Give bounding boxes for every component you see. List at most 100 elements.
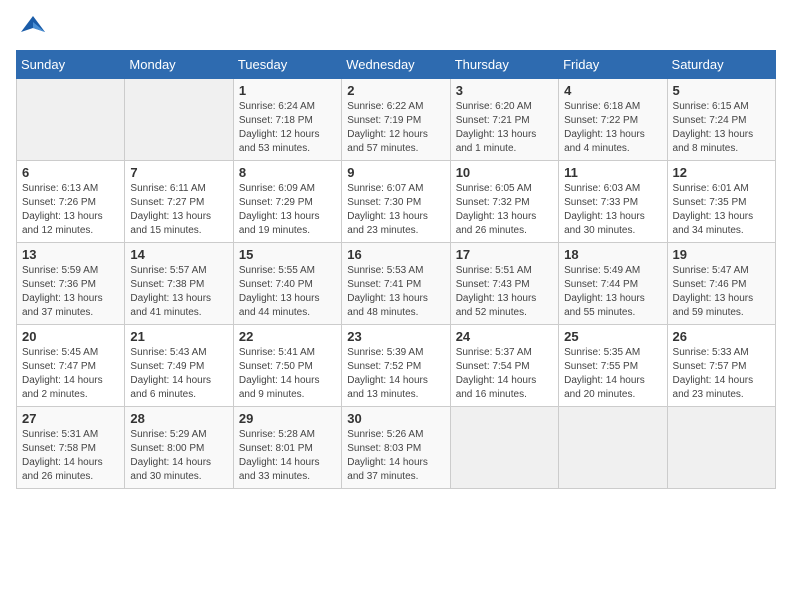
- daylight: Daylight: 14 hours and 16 minutes.: [456, 375, 537, 400]
- day-info: Sunrise: 6:07 AM Sunset: 7:30 PM Dayligh…: [347, 182, 444, 238]
- header-day-friday: Friday: [559, 51, 667, 79]
- day-info: Sunrise: 5:35 AM Sunset: 7:55 PM Dayligh…: [564, 346, 661, 402]
- header-day-thursday: Thursday: [450, 51, 558, 79]
- sunrise: Sunrise: 5:41 AM: [239, 347, 315, 358]
- sunrise: Sunrise: 5:39 AM: [347, 347, 423, 358]
- sunrise: Sunrise: 5:59 AM: [22, 265, 98, 276]
- calendar-cell: 27 Sunrise: 5:31 AM Sunset: 7:58 PM Dayl…: [17, 407, 125, 489]
- calendar-cell: 25 Sunrise: 5:35 AM Sunset: 7:55 PM Dayl…: [559, 325, 667, 407]
- sunset: Sunset: 7:54 PM: [456, 361, 530, 372]
- sunrise: Sunrise: 6:15 AM: [673, 101, 749, 112]
- sunset: Sunset: 7:29 PM: [239, 197, 313, 208]
- daylight: Daylight: 13 hours and 55 minutes.: [564, 293, 645, 318]
- day-info: Sunrise: 6:11 AM Sunset: 7:27 PM Dayligh…: [130, 182, 227, 238]
- daylight: Daylight: 14 hours and 30 minutes.: [130, 457, 211, 482]
- sunrise: Sunrise: 5:29 AM: [130, 429, 206, 440]
- sunrise: Sunrise: 5:45 AM: [22, 347, 98, 358]
- calendar-cell: 29 Sunrise: 5:28 AM Sunset: 8:01 PM Dayl…: [233, 407, 341, 489]
- daylight: Daylight: 13 hours and 26 minutes.: [456, 211, 537, 236]
- calendar-cell: [17, 79, 125, 161]
- day-info: Sunrise: 6:24 AM Sunset: 7:18 PM Dayligh…: [239, 100, 336, 156]
- day-number: 2: [347, 83, 444, 98]
- calendar-cell: 24 Sunrise: 5:37 AM Sunset: 7:54 PM Dayl…: [450, 325, 558, 407]
- sunrise: Sunrise: 6:01 AM: [673, 183, 749, 194]
- sunrise: Sunrise: 6:24 AM: [239, 101, 315, 112]
- calendar-week-row: 13 Sunrise: 5:59 AM Sunset: 7:36 PM Dayl…: [17, 243, 776, 325]
- day-number: 1: [239, 83, 336, 98]
- header-day-tuesday: Tuesday: [233, 51, 341, 79]
- day-number: 26: [673, 329, 770, 344]
- sunset: Sunset: 8:00 PM: [130, 443, 204, 454]
- sunset: Sunset: 7:41 PM: [347, 279, 421, 290]
- sunrise: Sunrise: 5:47 AM: [673, 265, 749, 276]
- day-number: 7: [130, 165, 227, 180]
- day-info: Sunrise: 5:37 AM Sunset: 7:54 PM Dayligh…: [456, 346, 553, 402]
- calendar-cell: 11 Sunrise: 6:03 AM Sunset: 7:33 PM Dayl…: [559, 161, 667, 243]
- header-day-sunday: Sunday: [17, 51, 125, 79]
- sunset: Sunset: 7:49 PM: [130, 361, 204, 372]
- day-info: Sunrise: 6:05 AM Sunset: 7:32 PM Dayligh…: [456, 182, 553, 238]
- sunrise: Sunrise: 6:09 AM: [239, 183, 315, 194]
- sunrise: Sunrise: 5:33 AM: [673, 347, 749, 358]
- sunrise: Sunrise: 6:07 AM: [347, 183, 423, 194]
- day-info: Sunrise: 5:55 AM Sunset: 7:40 PM Dayligh…: [239, 264, 336, 320]
- day-info: Sunrise: 5:53 AM Sunset: 7:41 PM Dayligh…: [347, 264, 444, 320]
- sunset: Sunset: 8:03 PM: [347, 443, 421, 454]
- calendar-cell: 14 Sunrise: 5:57 AM Sunset: 7:38 PM Dayl…: [125, 243, 233, 325]
- daylight: Daylight: 13 hours and 34 minutes.: [673, 211, 754, 236]
- sunset: Sunset: 7:21 PM: [456, 115, 530, 126]
- day-number: 10: [456, 165, 553, 180]
- calendar-cell: 16 Sunrise: 5:53 AM Sunset: 7:41 PM Dayl…: [342, 243, 450, 325]
- sunrise: Sunrise: 5:55 AM: [239, 265, 315, 276]
- calendar-cell: 8 Sunrise: 6:09 AM Sunset: 7:29 PM Dayli…: [233, 161, 341, 243]
- calendar-cell: 22 Sunrise: 5:41 AM Sunset: 7:50 PM Dayl…: [233, 325, 341, 407]
- day-number: 21: [130, 329, 227, 344]
- sunset: Sunset: 7:50 PM: [239, 361, 313, 372]
- day-number: 25: [564, 329, 661, 344]
- calendar-cell: 26 Sunrise: 5:33 AM Sunset: 7:57 PM Dayl…: [667, 325, 775, 407]
- day-number: 23: [347, 329, 444, 344]
- day-number: 15: [239, 247, 336, 262]
- day-info: Sunrise: 5:49 AM Sunset: 7:44 PM Dayligh…: [564, 264, 661, 320]
- calendar-cell: 2 Sunrise: 6:22 AM Sunset: 7:19 PM Dayli…: [342, 79, 450, 161]
- daylight: Daylight: 14 hours and 20 minutes.: [564, 375, 645, 400]
- sunrise: Sunrise: 5:37 AM: [456, 347, 532, 358]
- day-number: 16: [347, 247, 444, 262]
- day-info: Sunrise: 5:47 AM Sunset: 7:46 PM Dayligh…: [673, 264, 770, 320]
- day-number: 30: [347, 411, 444, 426]
- day-info: Sunrise: 5:45 AM Sunset: 7:47 PM Dayligh…: [22, 346, 119, 402]
- day-number: 28: [130, 411, 227, 426]
- calendar-header-row: SundayMondayTuesdayWednesdayThursdayFrid…: [17, 51, 776, 79]
- daylight: Daylight: 14 hours and 6 minutes.: [130, 375, 211, 400]
- day-number: 18: [564, 247, 661, 262]
- day-info: Sunrise: 5:26 AM Sunset: 8:03 PM Dayligh…: [347, 428, 444, 484]
- header-day-monday: Monday: [125, 51, 233, 79]
- day-info: Sunrise: 6:22 AM Sunset: 7:19 PM Dayligh…: [347, 100, 444, 156]
- calendar-cell: 12 Sunrise: 6:01 AM Sunset: 7:35 PM Dayl…: [667, 161, 775, 243]
- calendar-cell: 7 Sunrise: 6:11 AM Sunset: 7:27 PM Dayli…: [125, 161, 233, 243]
- sunrise: Sunrise: 6:22 AM: [347, 101, 423, 112]
- sunset: Sunset: 7:58 PM: [22, 443, 96, 454]
- daylight: Daylight: 14 hours and 33 minutes.: [239, 457, 320, 482]
- sunrise: Sunrise: 5:57 AM: [130, 265, 206, 276]
- sunset: Sunset: 7:52 PM: [347, 361, 421, 372]
- calendar-cell: [559, 407, 667, 489]
- calendar-cell: 30 Sunrise: 5:26 AM Sunset: 8:03 PM Dayl…: [342, 407, 450, 489]
- day-info: Sunrise: 6:18 AM Sunset: 7:22 PM Dayligh…: [564, 100, 661, 156]
- daylight: Daylight: 14 hours and 23 minutes.: [673, 375, 754, 400]
- day-number: 13: [22, 247, 119, 262]
- calendar-cell: 21 Sunrise: 5:43 AM Sunset: 7:49 PM Dayl…: [125, 325, 233, 407]
- sunset: Sunset: 7:47 PM: [22, 361, 96, 372]
- sunset: Sunset: 7:18 PM: [239, 115, 313, 126]
- sunrise: Sunrise: 5:31 AM: [22, 429, 98, 440]
- day-info: Sunrise: 5:43 AM Sunset: 7:49 PM Dayligh…: [130, 346, 227, 402]
- sunrise: Sunrise: 5:43 AM: [130, 347, 206, 358]
- sunrise: Sunrise: 6:05 AM: [456, 183, 532, 194]
- daylight: Daylight: 14 hours and 9 minutes.: [239, 375, 320, 400]
- calendar-cell: 13 Sunrise: 5:59 AM Sunset: 7:36 PM Dayl…: [17, 243, 125, 325]
- daylight: Daylight: 12 hours and 53 minutes.: [239, 129, 320, 154]
- daylight: Daylight: 13 hours and 41 minutes.: [130, 293, 211, 318]
- sunrise: Sunrise: 6:13 AM: [22, 183, 98, 194]
- sunrise: Sunrise: 5:53 AM: [347, 265, 423, 276]
- daylight: Daylight: 13 hours and 52 minutes.: [456, 293, 537, 318]
